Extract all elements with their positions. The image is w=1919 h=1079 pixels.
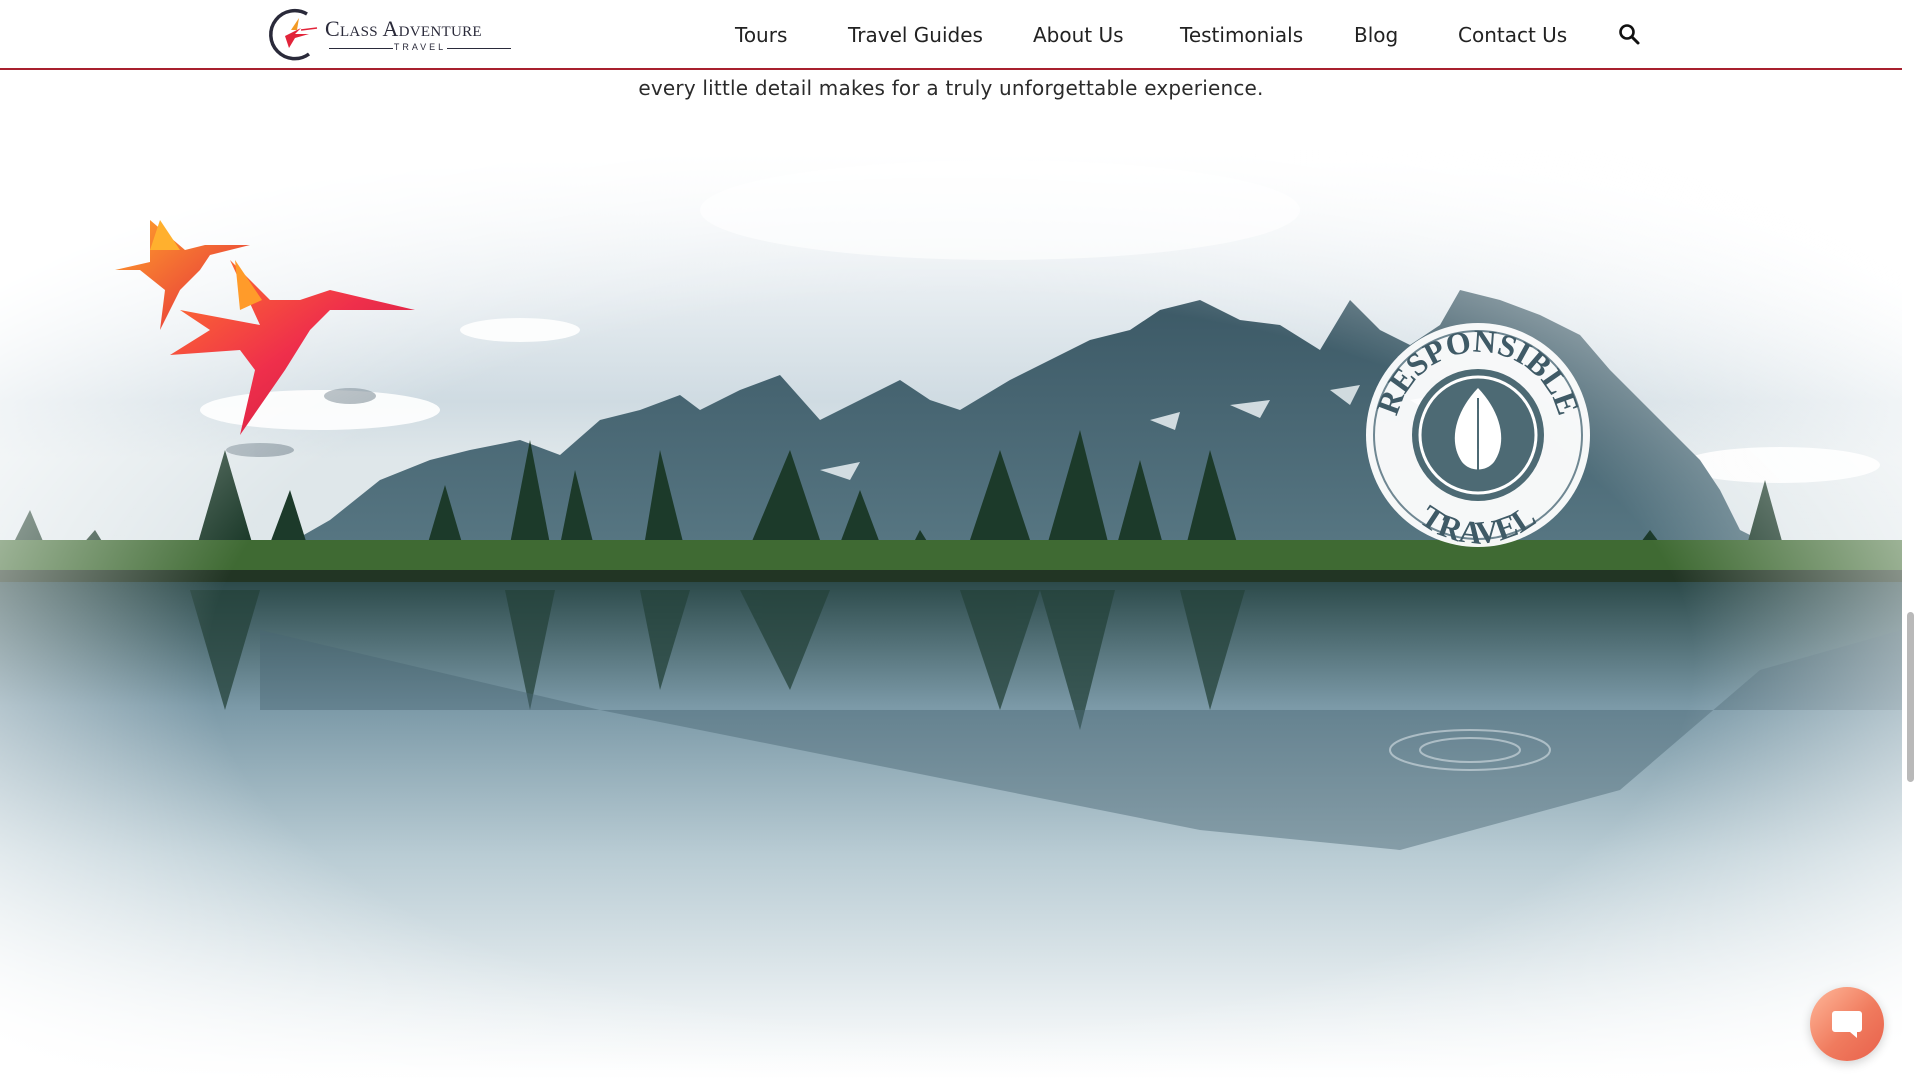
scrollbar-thumb[interactable] (1907, 612, 1914, 782)
search-button[interactable] (1617, 22, 1641, 46)
chat-bubble-icon (1832, 1011, 1862, 1038)
nav-item-testimonials[interactable]: Testimonials (1180, 23, 1303, 47)
chat-launcher-button[interactable] (1810, 987, 1884, 1061)
search-icon (1619, 24, 1640, 45)
page-scrollbar[interactable] (1902, 0, 1919, 1079)
hero-banner: RESPONSIBLE TRAVEL (0, 150, 1902, 1079)
main-nav: Tours Travel Guides About Us Testimonial… (0, 0, 1902, 68)
nav-item-tours[interactable]: Tours (735, 23, 787, 47)
page: Class Adventure TRAVEL Tours Travel Guid… (0, 0, 1919, 1079)
site-header: Class Adventure TRAVEL Tours Travel Guid… (0, 0, 1902, 70)
nav-item-about-us[interactable]: About Us (1033, 23, 1124, 47)
intro-text: every little detail makes for a truly un… (638, 76, 1264, 100)
nav-item-travel-guides[interactable]: Travel Guides (848, 23, 983, 47)
nav-item-contact-us[interactable]: Contact Us (1458, 23, 1567, 47)
nav-item-blog[interactable]: Blog (1354, 23, 1398, 47)
landscape-illustration: RESPONSIBLE TRAVEL (0, 150, 1902, 1079)
